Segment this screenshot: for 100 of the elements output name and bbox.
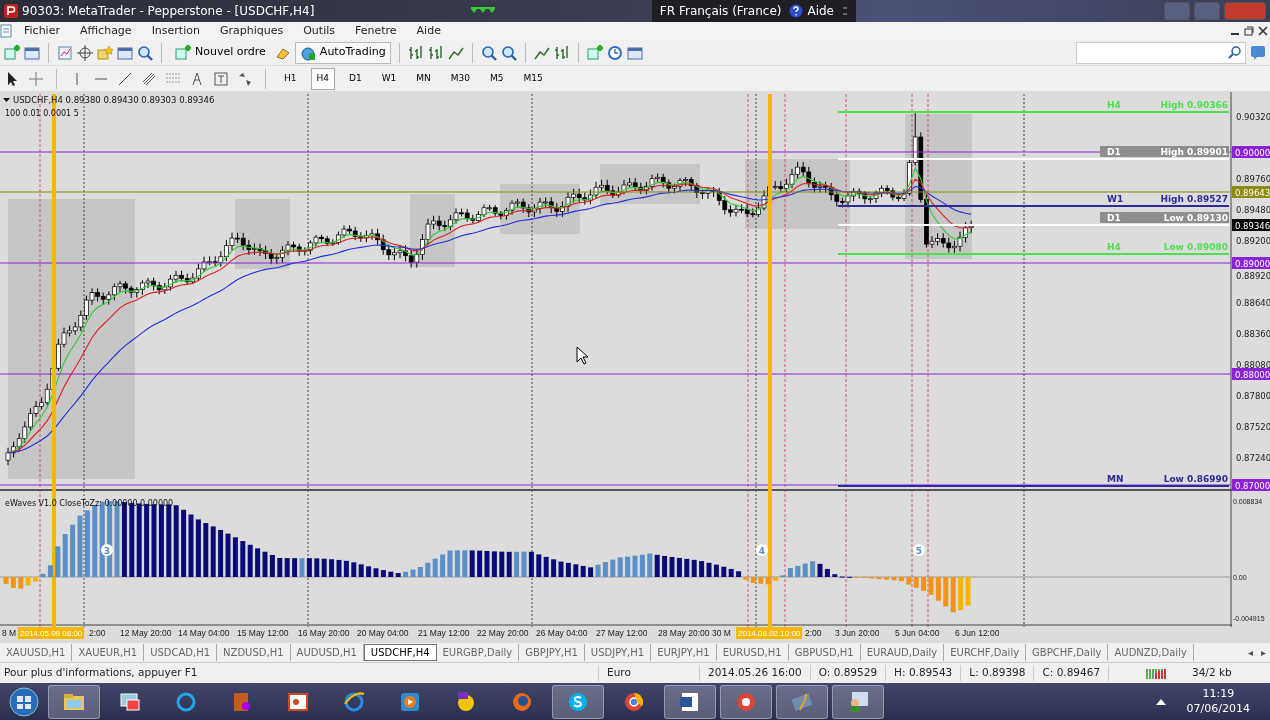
price-label: 0.88640 bbox=[1236, 298, 1270, 308]
open-price: O: 0.89529 bbox=[809, 665, 886, 681]
low-price: L: 0.89398 bbox=[960, 665, 1034, 681]
chart-tab[interactable]: USDCAD,H1 bbox=[144, 644, 218, 661]
taskbar-button[interactable] bbox=[720, 684, 772, 719]
taskbar-button[interactable] bbox=[832, 684, 884, 719]
close-icon[interactable] bbox=[1256, 24, 1270, 38]
timeframe-label: MN bbox=[1107, 474, 1124, 484]
chart-tab[interactable]: EURAUD,Daily bbox=[860, 644, 945, 661]
timeframe-button[interactable]: M15 bbox=[517, 67, 549, 90]
collapse-icon[interactable] bbox=[3, 98, 10, 102]
language-selector[interactable]: FR Français (France) bbox=[659, 2, 782, 20]
wave-label: 5 bbox=[913, 544, 925, 556]
chart-tab[interactable]: NZDUSD,H1 bbox=[217, 644, 291, 661]
timeframe-button[interactable]: M5 bbox=[484, 67, 510, 90]
timeframe-label: D1 bbox=[1107, 147, 1121, 157]
autotrading-icon bbox=[299, 44, 316, 61]
zoom-in-icon[interactable] bbox=[480, 44, 497, 61]
close-price: C: 0.89467 bbox=[1033, 665, 1109, 681]
taskbar-button[interactable] bbox=[664, 684, 716, 719]
signal-icon bbox=[471, 7, 496, 15]
chart-tab[interactable]: EURCHF,Daily bbox=[944, 644, 1027, 661]
autotrading-button[interactable]: AutoTrading bbox=[294, 41, 391, 64]
price-label: 0.88360 bbox=[1236, 329, 1270, 339]
new-order-button[interactable]: Nouvel ordre bbox=[170, 41, 271, 64]
text-label-icon[interactable] bbox=[213, 70, 229, 87]
menu-item[interactable]: Outils bbox=[293, 22, 345, 40]
time-label: 28 May 20:00 bbox=[658, 628, 710, 638]
chart-tab[interactable]: EURGBP,Daily bbox=[436, 644, 520, 661]
taskbar-button[interactable] bbox=[552, 684, 604, 719]
timeframe-button[interactable]: D1 bbox=[343, 67, 368, 90]
time-label: 20 May 04:00 bbox=[357, 628, 409, 638]
chart-tab[interactable]: GBPUSD,H1 bbox=[788, 644, 861, 661]
chart-tab[interactable]: USDJPY,H1 bbox=[584, 644, 652, 661]
chart-tab[interactable]: AUDNZD,Daily bbox=[1108, 644, 1194, 661]
time-label: 2:00 bbox=[805, 628, 822, 638]
scroll-arrow[interactable]: ▸ bbox=[1256, 645, 1270, 660]
clock-icon[interactable] bbox=[606, 44, 623, 61]
timeframe-label: D1 bbox=[1107, 213, 1121, 223]
window-icon[interactable] bbox=[117, 44, 133, 61]
traffic-counter: 34/2 kb bbox=[1192, 665, 1233, 681]
time-label: 3 Jun 20:00 bbox=[835, 628, 880, 638]
menu-item[interactable]: Affichage bbox=[69, 22, 142, 40]
timeframe-button[interactable]: W1 bbox=[375, 67, 403, 90]
timeframe-button[interactable]: H1 bbox=[278, 67, 303, 90]
time-label: 12 May 20:00 bbox=[120, 628, 172, 638]
windows-logo-icon bbox=[9, 686, 39, 717]
wave-label: 4 bbox=[756, 544, 768, 556]
help-link[interactable]: Aide bbox=[807, 2, 834, 20]
text-icon[interactable] bbox=[189, 70, 205, 87]
price-label: 0.88920 bbox=[1236, 271, 1270, 281]
chart-icon[interactable] bbox=[57, 44, 73, 61]
price-label: 0.90320 bbox=[1236, 112, 1270, 122]
shapes-icon[interactable] bbox=[237, 70, 253, 87]
chart-tab[interactable]: XAUUSD,H1 bbox=[0, 644, 73, 661]
menu-item[interactable]: Graphiques bbox=[209, 22, 294, 40]
time-label: 26 May 04:00 bbox=[536, 628, 588, 638]
status-hint: Pour plus d'informations, appuyer F1 bbox=[3, 665, 199, 681]
taskbar-button[interactable] bbox=[48, 684, 100, 719]
timeframe-button[interactable]: H4 bbox=[310, 67, 335, 90]
scroll-arrow[interactable]: ◂ bbox=[1243, 645, 1257, 660]
timeframe-button[interactable]: M30 bbox=[444, 67, 476, 90]
chat-icon[interactable] bbox=[1250, 44, 1266, 61]
chart-tab[interactable]: GBPCHF,Daily bbox=[1026, 644, 1109, 661]
level-label: Low 0.89080 bbox=[1163, 242, 1228, 252]
time-label: 2:00 bbox=[89, 628, 106, 638]
menu-item[interactable]: Fichier bbox=[14, 22, 70, 40]
clock-date: 07/06/2014 bbox=[1186, 701, 1250, 716]
zoom-out-icon[interactable] bbox=[500, 44, 517, 61]
time-label: 15 May 12:00 bbox=[237, 628, 289, 638]
chart-tab[interactable]: USDCHF,H4 bbox=[363, 644, 437, 661]
price-tag: 0.88000 bbox=[1232, 368, 1270, 380]
level-label: Low 0.89130 bbox=[1163, 213, 1228, 223]
timeframe-label: H4 bbox=[1107, 242, 1121, 252]
menu-item[interactable]: Fenetre bbox=[345, 22, 407, 40]
bar-chart-icon[interactable] bbox=[407, 44, 424, 61]
time-label: 22 May 20:00 bbox=[477, 628, 529, 638]
chart-tab[interactable]: EURJPY,H1 bbox=[651, 644, 717, 661]
search-field[interactable] bbox=[1076, 41, 1246, 64]
trendline-icon[interactable] bbox=[117, 70, 133, 87]
crosshair-icon[interactable] bbox=[77, 44, 93, 61]
price-tag: 0.89000 bbox=[1232, 257, 1270, 269]
restore-icon[interactable] bbox=[1242, 24, 1256, 38]
price-label: 0.87520 bbox=[1236, 422, 1270, 432]
channel-icon[interactable] bbox=[141, 70, 157, 87]
time-label: 6 Jun 12:00 bbox=[955, 628, 1000, 638]
chart-tab[interactable]: GBPJPY,H1 bbox=[519, 644, 585, 661]
menu-item[interactable]: Aide bbox=[406, 22, 451, 40]
timeframe-button[interactable]: MN bbox=[410, 67, 437, 90]
timeframe-label: W1 bbox=[1107, 194, 1124, 204]
chart-tab[interactable]: EURUSD,H1 bbox=[716, 644, 789, 661]
magnifier-icon[interactable] bbox=[137, 44, 153, 61]
bar-time: 2014.05.26 16:00 bbox=[699, 665, 810, 681]
level-label: High 0.90366 bbox=[1160, 100, 1228, 110]
chart-tab[interactable]: XAUEUR,H1 bbox=[72, 644, 145, 661]
chart-tab[interactable]: AUDUSD,H1 bbox=[290, 644, 364, 661]
new-chart-icon[interactable] bbox=[4, 44, 20, 61]
time-label: 14 May 04:00 bbox=[178, 628, 230, 638]
price-tag: 0.90000 bbox=[1232, 146, 1270, 158]
menu-item[interactable]: Insertion bbox=[141, 22, 210, 40]
